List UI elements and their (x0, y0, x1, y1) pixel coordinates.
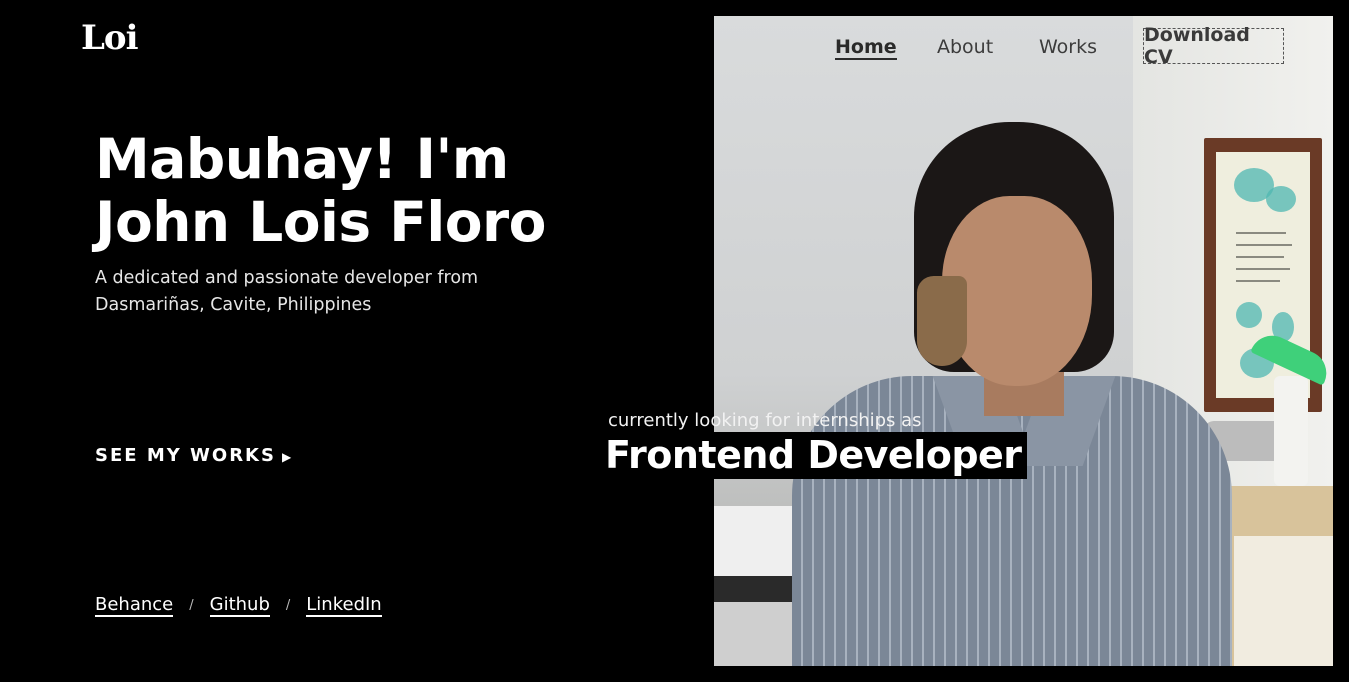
photo-hair-tip (917, 276, 967, 366)
main-nav: Home About Works Download CV (714, 24, 1333, 68)
cta-label: SEE MY WORKS (95, 445, 276, 466)
play-arrow-icon: ▶ (281, 450, 292, 464)
role-title: Frontend Developer (600, 432, 1027, 479)
social-links: Behance / Github / LinkedIn (95, 594, 382, 617)
separator: / (189, 598, 194, 613)
site-logo[interactable]: Loi (81, 18, 138, 58)
photo-lamp-base (1274, 376, 1308, 486)
nav-works[interactable]: Works (1039, 36, 1097, 58)
nav-home[interactable]: Home (835, 36, 897, 60)
download-cv-button[interactable]: Download CV (1143, 24, 1284, 68)
nav-about[interactable]: About (937, 36, 993, 58)
hero-subtitle: A dedicated and passionate developer fro… (95, 268, 479, 315)
separator: / (285, 598, 291, 613)
photo-papers (1234, 536, 1333, 666)
profile-photo (714, 16, 1333, 666)
see-my-works-button[interactable]: SEE MY WORKS ▶ (95, 445, 291, 466)
linkedin-link[interactable]: LinkedIn (306, 594, 382, 617)
behance-link[interactable]: Behance (95, 594, 174, 617)
internship-status-text: currently looking for internships as (608, 410, 922, 431)
hero-title: Mabuhay! I'm John Lois Floro (95, 127, 546, 254)
github-link[interactable]: Github (209, 594, 270, 617)
